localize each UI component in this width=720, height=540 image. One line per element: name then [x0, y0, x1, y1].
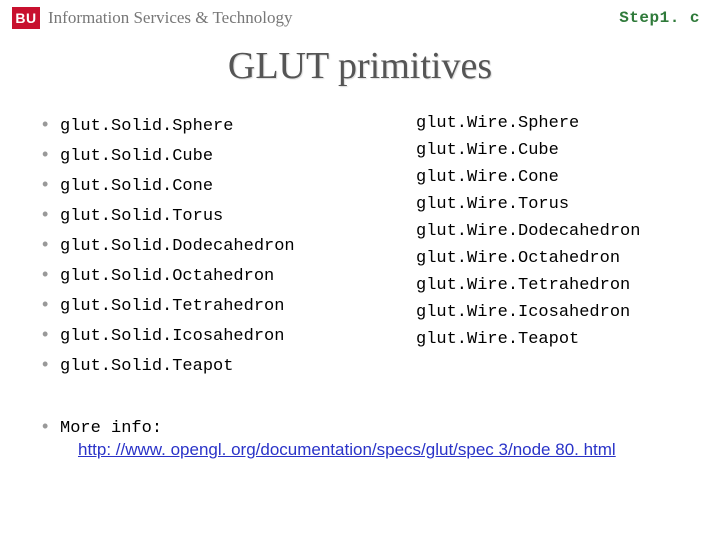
list-item: glut.Wire.Cone: [416, 168, 640, 187]
list-item: glut.Wire.Dodecahedron: [416, 222, 640, 241]
code-text: glut.Wire.Icosahedron: [416, 303, 630, 322]
content: •glut.Solid.Sphere •glut.Solid.Cube •glu…: [0, 114, 720, 460]
code-text: glut.Wire.Cube: [416, 141, 559, 160]
columns: •glut.Solid.Sphere •glut.Solid.Cube •glu…: [42, 114, 678, 384]
code-text: glut.Wire.Teapot: [416, 330, 579, 349]
list-item: glut.Wire.Octahedron: [416, 249, 640, 268]
code-text: glut.Solid.Tetrahedron: [60, 297, 284, 316]
code-text: glut.Solid.Dodecahedron: [60, 237, 295, 256]
bu-logo: BU: [12, 7, 40, 29]
column-wire: glut.Wire.Sphere glut.Wire.Cube glut.Wir…: [352, 114, 640, 384]
bullet-icon: •: [42, 264, 60, 284]
bullet-icon: •: [42, 294, 60, 314]
more-info-link[interactable]: http: //www. opengl. org/documentation/s…: [78, 440, 616, 459]
list-item: glut.Wire.Icosahedron: [416, 303, 640, 322]
more-info-body: http: //www. opengl. org/documentation/s…: [78, 440, 616, 460]
slide: BU Information Services & Technology Ste…: [0, 0, 720, 540]
more-info: • More info: http: //www. opengl. org/do…: [42, 416, 678, 460]
bullet-icon: •: [42, 234, 60, 254]
code-text: glut.Wire.Dodecahedron: [416, 222, 640, 241]
bullet-icon: •: [42, 204, 60, 224]
code-text: glut.Solid.Sphere: [60, 117, 233, 136]
code-text: glut.Solid.Octahedron: [60, 267, 274, 286]
list-item: •glut.Solid.Dodecahedron: [42, 234, 352, 256]
header: BU Information Services & Technology Ste…: [0, 0, 720, 34]
code-text: glut.Wire.Torus: [416, 195, 569, 214]
code-text: glut.Wire.Octahedron: [416, 249, 620, 268]
code-text: glut.Wire.Sphere: [416, 114, 579, 133]
list-item: •glut.Solid.Teapot: [42, 354, 352, 376]
list-item: glut.Wire.Torus: [416, 195, 640, 214]
list-item: •glut.Solid.Cone: [42, 174, 352, 196]
code-text: glut.Solid.Torus: [60, 207, 223, 226]
list-item: •glut.Solid.Icosahedron: [42, 324, 352, 346]
list-item: glut.Wire.Teapot: [416, 330, 640, 349]
list-item: glut.Wire.Sphere: [416, 114, 640, 133]
code-text: glut.Solid.Teapot: [60, 357, 233, 376]
code-text: glut.Wire.Cone: [416, 168, 559, 187]
list-item: •glut.Solid.Sphere: [42, 114, 352, 136]
list-item: •glut.Solid.Cube: [42, 144, 352, 166]
code-text: glut.Solid.Icosahedron: [60, 327, 284, 346]
bullet-icon: •: [42, 144, 60, 164]
slide-title: GLUT primitives: [0, 44, 720, 88]
bullet-icon: •: [42, 114, 60, 134]
more-info-label: More info:: [60, 419, 162, 438]
filename-label: Step1. c: [619, 9, 708, 27]
column-solid: •glut.Solid.Sphere •glut.Solid.Cube •glu…: [42, 114, 352, 384]
bullet-icon: •: [42, 354, 60, 374]
ist-label: Information Services & Technology: [48, 8, 292, 28]
bullet-icon: •: [42, 174, 60, 194]
code-text: glut.Solid.Cube: [60, 147, 213, 166]
list-item: •glut.Solid.Tetrahedron: [42, 294, 352, 316]
list-item: glut.Wire.Cube: [416, 141, 640, 160]
code-text: glut.Solid.Cone: [60, 177, 213, 196]
bullet-icon: •: [42, 416, 60, 436]
list-item: •glut.Solid.Torus: [42, 204, 352, 226]
code-text: glut.Wire.Tetrahedron: [416, 276, 630, 295]
list-item: •glut.Solid.Octahedron: [42, 264, 352, 286]
list-item: glut.Wire.Tetrahedron: [416, 276, 640, 295]
bullet-icon: •: [42, 324, 60, 344]
